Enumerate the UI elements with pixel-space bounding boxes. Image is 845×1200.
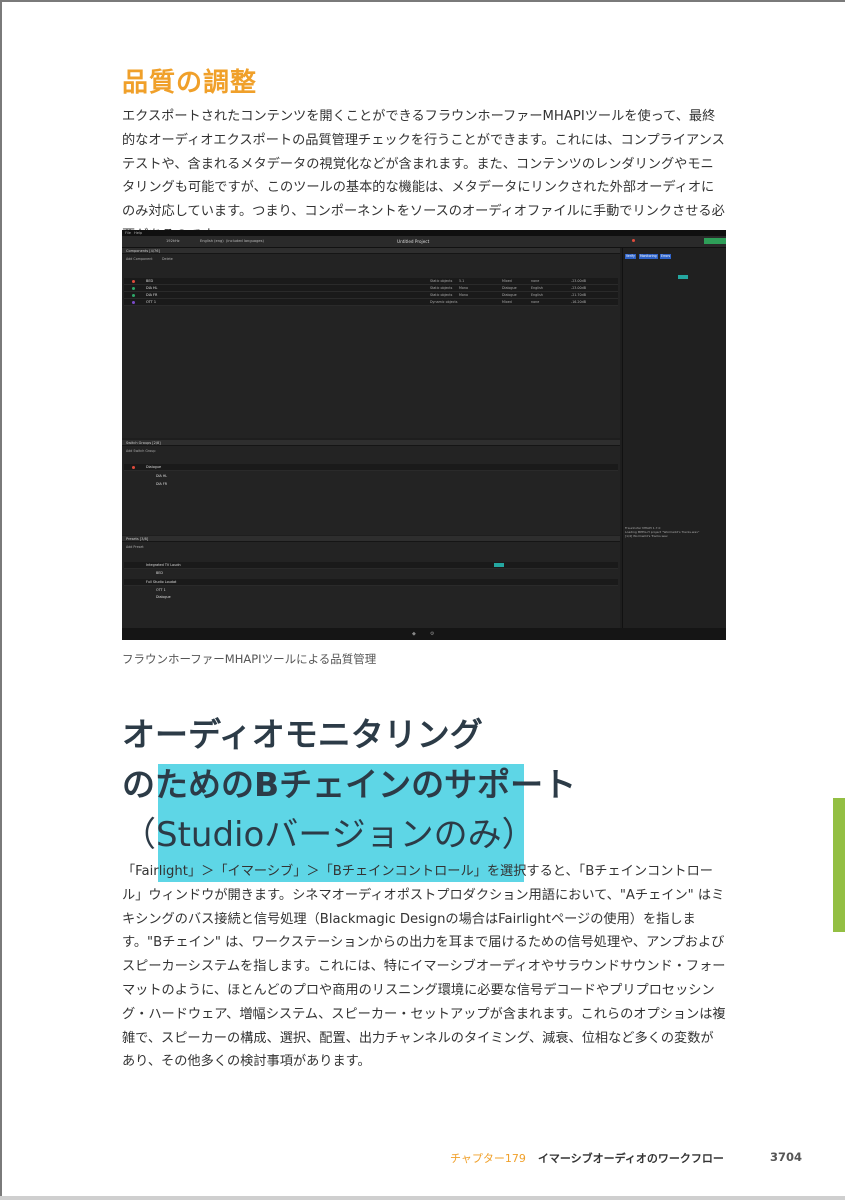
menu-file[interactable]: File	[125, 231, 131, 235]
status-badge	[678, 275, 688, 279]
page-border-left	[0, 0, 2, 1200]
sample-rate-select[interactable]: 192kHz	[166, 239, 180, 243]
app-logo-icon: ◆	[412, 631, 416, 637]
preset-badge	[494, 563, 504, 567]
errors-button[interactable]: Errors	[660, 254, 672, 259]
add-switch-group-button[interactable]: Add Switch Group	[126, 449, 155, 453]
log-output: Fraunhofer MHAPI 1.7.0 Loading MPEG-H pr…	[625, 526, 700, 538]
section-title: 品質の調整	[122, 68, 258, 98]
page-border-bottom	[0, 1196, 845, 1200]
switch-groups-pane: Switch Groups [2/8] Add Switch Group Dia…	[122, 440, 620, 535]
body-paragraph: 「Fairlight」＞「イマーシブ」＞「Bチェインコントロール」を選択すると、…	[122, 864, 726, 1070]
component-row[interactable]: DIA FR Static objects Mono Dialogue Engl…	[124, 292, 618, 299]
chapter-tab	[833, 798, 845, 932]
switch-item[interactable]: DIA HL	[156, 474, 167, 478]
group-color-icon	[132, 465, 135, 469]
components-pane: Components [4/76] Add Component Delete B…	[122, 248, 620, 438]
figure-caption: フラウンホーファーMHAPIツールによる品質管理	[122, 652, 377, 666]
switch-groups-header: Switch Groups [2/8]	[122, 440, 620, 446]
component-row[interactable]: OTT 1 Dynamic objects Mixed none -16.20d…	[124, 299, 618, 306]
page-border-top	[0, 0, 845, 2]
preset-row[interactable]: Integrated TV Loudn	[124, 562, 618, 569]
preset-item[interactable]: Dialogue	[156, 595, 171, 599]
page-footer: チャプター179 イマーシブオーディオのワークフロー	[450, 1152, 724, 1165]
page-number: 3704	[770, 1150, 803, 1164]
component-color-icon	[132, 279, 135, 283]
project-title: Untitled Project	[397, 238, 430, 244]
switch-item[interactable]: DIA FR	[156, 482, 167, 486]
settings-icon[interactable]: ⚙	[430, 631, 434, 637]
export-button[interactable]	[704, 238, 726, 244]
component-color-icon	[132, 286, 135, 290]
components-header: Components [4/76]	[122, 248, 620, 254]
included-languages[interactable]: (included languages)	[226, 239, 264, 243]
menu-help[interactable]: Help	[134, 231, 142, 235]
preset-item[interactable]: BED	[156, 571, 163, 575]
component-color-icon	[132, 300, 135, 304]
right-panel: Verify Monitoring Errors Fraunhofer MHAP…	[622, 248, 726, 640]
preset-item[interactable]: OTT 1	[156, 588, 166, 592]
language-select[interactable]: English (eng)	[200, 239, 224, 243]
preset-row[interactable]: Full Studio Loudat	[124, 579, 618, 586]
component-row[interactable]: BED Static objects 5.1 Mixed none -23.00…	[124, 278, 618, 285]
delete-component-button[interactable]: Delete	[162, 257, 173, 261]
presets-header: Presets [3/8]	[122, 536, 620, 542]
app-toolbar: 192kHz English (eng) (included languages…	[122, 236, 726, 248]
presets-pane: Presets [3/8] Add Preset Integrated TV L…	[122, 536, 620, 628]
component-color-icon	[132, 293, 135, 297]
switch-group-row[interactable]: Dialogue	[124, 464, 618, 471]
component-row[interactable]: DIA HL Static objects Mono Dialogue Engl…	[124, 285, 618, 292]
verify-button[interactable]: Verify	[625, 254, 636, 259]
app-statusbar: ◆ ⚙	[122, 628, 726, 640]
record-icon[interactable]	[632, 239, 635, 242]
chapter-heading: オーディオモニタリング のためのBチェインのサポート （Studioバージョンの…	[122, 715, 577, 855]
add-preset-button[interactable]: Add Preset	[126, 545, 144, 549]
intro-paragraph: エクスポートされたコンテンツを開くことができるフラウンホーファーMHAPIツール…	[122, 109, 725, 243]
monitoring-button[interactable]: Monitoring	[639, 254, 658, 259]
add-component-button[interactable]: Add Component	[126, 257, 153, 261]
mhapi-screenshot: File Help 192kHz English (eng) (included…	[122, 230, 726, 640]
